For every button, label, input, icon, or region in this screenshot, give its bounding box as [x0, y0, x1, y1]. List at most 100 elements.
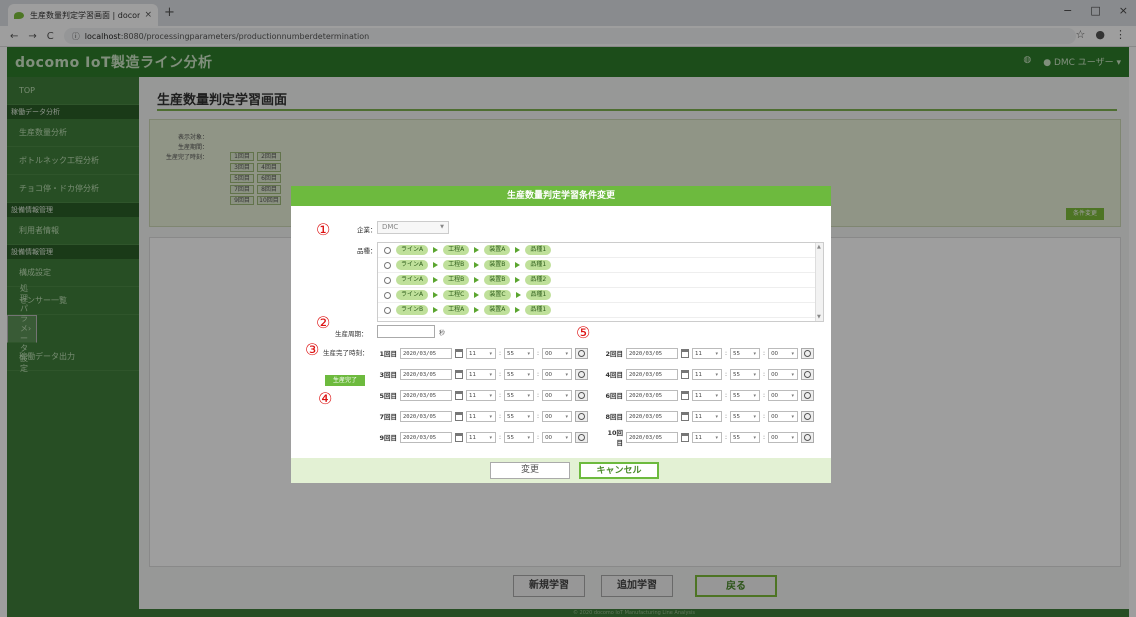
completion-label: 生産完了時刻：: [323, 349, 369, 357]
date-input[interactable]: 2020/03/05: [400, 389, 452, 401]
calendar-icon[interactable]: [681, 390, 689, 400]
scroll-up-icon[interactable]: ▲: [817, 244, 821, 250]
hour-select[interactable]: 11 ▾: [466, 410, 496, 422]
time-separator: :: [725, 391, 728, 399]
date-input[interactable]: 2020/03/05: [626, 389, 678, 401]
calendar-icon[interactable]: [455, 348, 463, 358]
cycle-input[interactable]: [377, 325, 435, 338]
calendar-icon[interactable]: [455, 411, 463, 421]
second-select[interactable]: 00 ▾: [542, 368, 573, 380]
chevron-down-icon: ▾: [753, 371, 757, 378]
date-input[interactable]: 2020/03/05: [626, 347, 678, 359]
radio-button[interactable]: [384, 261, 391, 269]
cycle-unit: 秒: [439, 330, 446, 337]
time-separator: :: [537, 433, 540, 441]
minute-select[interactable]: 55 ▾: [730, 368, 761, 380]
date-input[interactable]: 2020/03/05: [626, 368, 678, 380]
chevron-down-icon: ▾: [753, 413, 757, 420]
scroll-down-icon[interactable]: ▼: [817, 314, 821, 320]
minute-select[interactable]: 55 ▾: [504, 389, 535, 401]
product-row[interactable]: ラインA 工程C 装置C 品種1: [378, 288, 823, 303]
completion-index: 9回目: [379, 434, 397, 442]
product-row[interactable]: ラインA 工程A 装置A 品種1: [378, 243, 823, 258]
radio-button[interactable]: [384, 291, 391, 299]
calendar-icon[interactable]: [455, 432, 463, 442]
calendar-icon[interactable]: [455, 369, 463, 379]
cancel-button[interactable]: キャンセル: [579, 462, 659, 479]
calendar-icon[interactable]: [681, 348, 689, 358]
minute-select[interactable]: 55 ▾: [504, 368, 535, 380]
clock-icon[interactable]: [575, 410, 589, 422]
hour-select[interactable]: 11 ▾: [466, 368, 496, 380]
product-chip: ラインA: [396, 245, 429, 255]
radio-button[interactable]: [384, 306, 391, 314]
second-select[interactable]: 00 ▾: [768, 410, 799, 422]
hour-select[interactable]: 11 ▾: [692, 347, 722, 359]
second-select[interactable]: 00 ▾: [768, 431, 799, 443]
date-input[interactable]: 2020/03/05: [400, 347, 452, 359]
chevron-down-icon: ▾: [791, 434, 795, 441]
time-separator: :: [763, 433, 766, 441]
clock-icon[interactable]: [801, 410, 815, 422]
date-input[interactable]: 2020/03/05: [400, 431, 452, 443]
hour-select[interactable]: 11 ▾: [692, 368, 722, 380]
minute-select[interactable]: 55 ▾: [504, 410, 535, 422]
date-input[interactable]: 2020/03/05: [626, 410, 678, 422]
clock-icon[interactable]: [575, 431, 589, 443]
hour-select[interactable]: 11 ▾: [692, 431, 722, 443]
hour-value: 11: [695, 392, 702, 399]
clock-icon[interactable]: [801, 368, 815, 380]
minute-select[interactable]: 55 ▾: [504, 431, 535, 443]
change-button[interactable]: 変更: [490, 462, 570, 479]
calendar-icon[interactable]: [681, 411, 689, 421]
time-separator: :: [763, 391, 766, 399]
clock-icon[interactable]: [801, 431, 815, 443]
product-row[interactable]: ラインB 工程A 装置A 品種1: [378, 303, 823, 318]
hour-value: 11: [469, 350, 476, 357]
radio-button[interactable]: [384, 276, 391, 284]
minute-select[interactable]: 55 ▾: [730, 347, 761, 359]
product-chip: 品種1: [525, 260, 552, 270]
clock-icon[interactable]: [575, 389, 589, 401]
calendar-icon[interactable]: [681, 369, 689, 379]
calendar-icon[interactable]: [455, 390, 463, 400]
product-row[interactable]: ラインA 工程B 装置B 品種1: [378, 258, 823, 273]
radio-button[interactable]: [384, 246, 391, 254]
chevron-down-icon: ▾: [715, 434, 718, 441]
completion-time-row: 1回目 2020/03/05 11 ▾:55 ▾:00 ▾: [375, 346, 589, 360]
list-scrollbar[interactable]: ▲ ▼: [815, 243, 823, 321]
clock-icon[interactable]: [575, 347, 589, 359]
clock-icon[interactable]: [801, 389, 815, 401]
time-separator: :: [537, 391, 540, 399]
second-select[interactable]: 00 ▾: [542, 431, 573, 443]
clock-icon[interactable]: [801, 347, 815, 359]
minute-select[interactable]: 55 ▾: [730, 431, 761, 443]
second-select[interactable]: 00 ▾: [768, 389, 799, 401]
date-input[interactable]: 2020/03/05: [400, 368, 452, 380]
completion-time-row: 2回目 2020/03/05 11 ▾:55 ▾:00 ▾: [601, 346, 815, 360]
calendar-icon[interactable]: [681, 432, 689, 442]
product-row[interactable]: ラインA 工程B 装置B 品種2: [378, 273, 823, 288]
minute-select[interactable]: 55 ▾: [504, 347, 535, 359]
company-select[interactable]: DMC ▼: [377, 221, 449, 234]
date-input[interactable]: 2020/03/05: [626, 431, 678, 443]
hour-select[interactable]: 11 ▾: [466, 431, 496, 443]
minute-select[interactable]: 55 ▾: [730, 389, 761, 401]
hour-select[interactable]: 11 ▾: [466, 389, 496, 401]
clock-icon[interactable]: [575, 368, 589, 380]
second-select[interactable]: 00 ▾: [542, 410, 573, 422]
second-select[interactable]: 00 ▾: [542, 389, 573, 401]
minute-select[interactable]: 55 ▾: [730, 410, 761, 422]
second-select[interactable]: 00 ▾: [768, 347, 799, 359]
company-value: DMC: [382, 223, 399, 231]
second-value: 00: [771, 434, 779, 441]
chevron-down-icon: ▾: [527, 350, 531, 357]
second-select[interactable]: 00 ▾: [768, 368, 799, 380]
hour-select[interactable]: 11 ▾: [692, 389, 722, 401]
date-input[interactable]: 2020/03/05: [400, 410, 452, 422]
produce-done-button[interactable]: 生産完了: [325, 375, 365, 386]
hour-select[interactable]: 11 ▾: [466, 347, 496, 359]
second-select[interactable]: 00 ▾: [542, 347, 573, 359]
hour-select[interactable]: 11 ▾: [692, 410, 722, 422]
second-value: 00: [545, 392, 553, 399]
